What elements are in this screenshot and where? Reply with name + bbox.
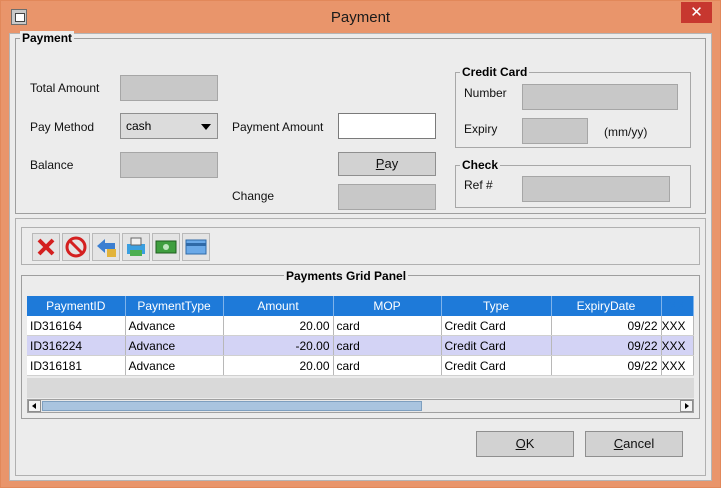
card-button[interactable] xyxy=(182,233,210,261)
pay-method-select[interactable]: cash xyxy=(120,113,218,139)
payment-group-title: Payment xyxy=(20,31,75,45)
total-amount-field xyxy=(120,75,218,101)
print-button[interactable] xyxy=(122,233,150,261)
column-header[interactable]: XX xyxy=(661,296,694,316)
cancel-label: ancel xyxy=(623,436,655,451)
column-header[interactable]: Type xyxy=(441,296,552,316)
payment-amount-input[interactable] xyxy=(338,113,436,139)
card-icon xyxy=(185,239,207,255)
toolbar xyxy=(21,227,700,265)
print-icon xyxy=(127,237,145,256)
pay-button[interactable]: Pay xyxy=(338,152,436,176)
table-cell: 09/22 xyxy=(551,316,662,336)
column-header[interactable]: MOP xyxy=(333,296,442,316)
table-cell: 20.00 xyxy=(223,316,334,336)
card-number-field[interactable] xyxy=(522,84,678,110)
arrow-left-icon xyxy=(32,403,36,409)
chevron-down-icon xyxy=(201,124,211,130)
grid-panel-title: Payments Grid Panel xyxy=(284,269,409,283)
table-row[interactable]: ID316164 Advance 20.00 card Credit Card … xyxy=(27,316,694,336)
payments-grid: PaymentID PaymentType Amount MOP Type Ex… xyxy=(27,296,694,376)
table-cell: card xyxy=(333,316,442,336)
back-icon xyxy=(97,239,116,257)
pay-method-label: Pay Method xyxy=(30,120,95,134)
dialog-client-area: Payment Total Amount Pay Method cash Bal… xyxy=(9,31,712,481)
scroll-right-button[interactable] xyxy=(680,400,693,412)
ref-field[interactable] xyxy=(522,176,670,202)
grid-header-row: PaymentID PaymentType Amount MOP Type Ex… xyxy=(27,296,694,316)
cancel-button[interactable]: Cancel xyxy=(585,431,683,457)
credit-card-group-title: Credit Card xyxy=(460,65,530,79)
check-group: Check Ref # xyxy=(455,158,691,208)
check-group-title: Check xyxy=(460,158,501,172)
table-cell: ID316181 xyxy=(27,355,126,376)
column-header[interactable]: Amount xyxy=(223,296,334,316)
ok-button[interactable]: OK xyxy=(476,431,574,457)
table-cell: Advance xyxy=(125,335,224,356)
delete-icon xyxy=(37,238,55,256)
table-cell: ID316164 xyxy=(27,316,126,336)
table-cell: XXX xyxy=(661,335,694,356)
expiry-field[interactable] xyxy=(522,118,588,144)
table-cell: Credit Card xyxy=(441,316,552,336)
pay-method-value: cash xyxy=(126,119,152,133)
money-button[interactable] xyxy=(152,233,180,261)
table-cell: -20.00 xyxy=(223,335,334,356)
grid-horizontal-scrollbar[interactable] xyxy=(27,399,694,413)
total-amount-label: Total Amount xyxy=(30,81,100,95)
window-title: Payment xyxy=(330,9,391,26)
delete-button[interactable] xyxy=(32,233,60,261)
grid-viewport: PaymentID PaymentType Amount MOP Type Ex… xyxy=(27,296,694,398)
table-cell: ID316224 xyxy=(27,335,126,356)
credit-card-group: Credit Card Number Expiry (mm/yy) xyxy=(455,65,691,148)
table-cell: 09/22 xyxy=(551,355,662,376)
payments-grid-panel: Payments Grid Panel PaymentID PaymentTyp… xyxy=(21,269,700,419)
cancel-icon xyxy=(65,236,87,258)
cancel-mnemonic: C xyxy=(613,436,624,451)
card-number-label: Number xyxy=(464,86,507,100)
payments-panel: Payments Grid Panel PaymentID PaymentTyp… xyxy=(15,218,706,476)
back-button[interactable] xyxy=(92,233,120,261)
table-row[interactable]: ID316224 Advance -20.00 card Credit Card… xyxy=(27,335,694,356)
scroll-left-button[interactable] xyxy=(28,400,41,412)
change-label: Change xyxy=(232,189,275,203)
balance-label: Balance xyxy=(30,158,74,172)
change-field xyxy=(338,184,436,210)
close-button[interactable]: ✕ xyxy=(681,2,712,23)
column-header[interactable]: ExpiryDate xyxy=(551,296,662,316)
ok-mnemonic: O xyxy=(515,436,526,451)
table-cell: XXX xyxy=(661,355,694,376)
table-cell: card xyxy=(333,335,442,356)
table-cell: 20.00 xyxy=(223,355,334,376)
pay-button-label: ay xyxy=(384,156,399,171)
table-cell: XXX xyxy=(661,316,694,336)
balance-field xyxy=(120,152,218,178)
payment-amount-label: Payment Amount xyxy=(232,120,324,134)
arrow-right-icon xyxy=(685,403,689,409)
title-bar[interactable]: Payment ✕ xyxy=(1,1,720,33)
table-cell: Advance xyxy=(125,316,224,336)
payment-panel: Payment Total Amount Pay Method cash Bal… xyxy=(15,31,706,214)
table-cell: Advance xyxy=(125,355,224,376)
scroll-thumb[interactable] xyxy=(42,401,422,411)
table-cell: card xyxy=(333,355,442,376)
payment-window: Payment ✕ Payment Total Amount Pay Metho… xyxy=(0,0,721,488)
column-header[interactable]: PaymentID xyxy=(27,296,126,316)
column-header[interactable]: PaymentType xyxy=(125,296,224,316)
expiry-label: Expiry xyxy=(464,122,498,136)
cancel-button[interactable] xyxy=(62,233,90,261)
expiry-hint: (mm/yy) xyxy=(604,125,648,139)
table-row[interactable]: ID316181 Advance 20.00 card Credit Card … xyxy=(27,355,694,376)
table-cell: Credit Card xyxy=(441,355,552,376)
money-icon xyxy=(155,240,177,254)
grid-empty-area xyxy=(27,378,694,398)
table-cell: 09/22 xyxy=(551,335,662,356)
ok-label: K xyxy=(525,436,535,451)
table-cell: Credit Card xyxy=(441,335,552,356)
ref-label: Ref # xyxy=(464,178,493,192)
